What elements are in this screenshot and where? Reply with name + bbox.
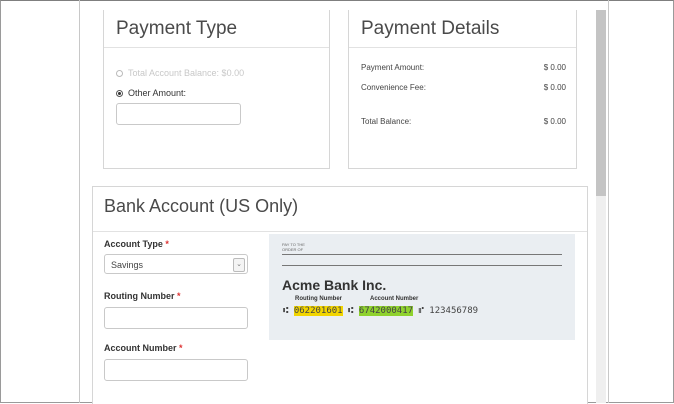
- scrollbar-thumb[interactable]: [596, 10, 606, 196]
- account-type-select[interactable]: Savings ⌄: [104, 254, 248, 274]
- account-caption: Account Number: [370, 296, 419, 302]
- amount-line: [282, 265, 562, 266]
- payment-type-panel: Payment Type Total Account Balance: $0.0…: [103, 10, 330, 169]
- micr-symbol-icon: ⑆: [348, 306, 354, 316]
- total-balance-radio[interactable]: [116, 69, 123, 77]
- total-balance-option[interactable]: Total Account Balance: $0.00: [116, 68, 329, 78]
- panel-divider: [93, 231, 587, 232]
- account-type-label: Account Type *: [104, 239, 169, 249]
- panel-divider: [104, 47, 329, 48]
- micr-symbol-icon: ⑆: [283, 306, 289, 316]
- other-amount-label: Other Amount:: [128, 88, 187, 98]
- sample-check-image: PAY TO THE ORDER OF Acme Bank Inc. Routi…: [269, 234, 575, 340]
- account-type-value: Savings: [111, 260, 144, 270]
- convenience-fee-row: Convenience Fee: $ 0.00: [349, 83, 576, 92]
- total-balance-detail-value: $ 0.00: [543, 117, 566, 126]
- account-number-highlight: 6742000417: [358, 306, 414, 316]
- account-number-label: Account Number *: [104, 343, 183, 353]
- other-amount-input[interactable]: [116, 103, 241, 125]
- payment-amount-row: Payment Amount: $ 0.00: [349, 63, 576, 72]
- payment-details-panel: Payment Details Payment Amount: $ 0.00 C…: [348, 10, 577, 169]
- content-left-border: [79, 0, 80, 403]
- convenience-fee-label: Convenience Fee:: [361, 83, 426, 92]
- bank-account-title: Bank Account (US Only): [104, 196, 299, 216]
- account-number-input[interactable]: [104, 359, 248, 381]
- routing-caption: Routing Number: [295, 296, 342, 302]
- other-amount-radio[interactable]: [116, 89, 123, 97]
- micr-line: ⑆ 062201601 ⑆ 6742000417 ⑈ 123456789: [283, 306, 478, 316]
- panel-divider: [349, 47, 576, 48]
- routing-number-input[interactable]: [104, 307, 248, 329]
- payee-line: [282, 254, 562, 255]
- routing-number-label: Routing Number *: [104, 291, 181, 301]
- total-balance-row: Total Balance: $ 0.00: [349, 117, 576, 126]
- convenience-fee-value: $ 0.00: [543, 83, 566, 92]
- chevron-down-icon[interactable]: ⌄: [233, 258, 245, 272]
- total-balance-label: Total Account Balance: $0.00: [128, 68, 245, 78]
- total-balance-detail-label: Total Balance:: [361, 117, 412, 126]
- other-amount-option[interactable]: Other Amount:: [116, 88, 329, 98]
- pay-to-order-text: PAY TO THE ORDER OF: [282, 242, 305, 252]
- content-right-border: [608, 0, 609, 403]
- payment-amount-value: $ 0.00: [543, 63, 566, 72]
- micr-symbol-icon: ⑈: [418, 306, 424, 316]
- payment-details-title: Payment Details: [361, 18, 500, 39]
- payment-type-title: Payment Type: [116, 18, 238, 39]
- routing-number-highlight: 062201601: [293, 306, 343, 316]
- bank-name: Acme Bank Inc.: [282, 277, 387, 293]
- payment-amount-label: Payment Amount:: [361, 63, 425, 72]
- check-number: 123456789: [429, 306, 479, 316]
